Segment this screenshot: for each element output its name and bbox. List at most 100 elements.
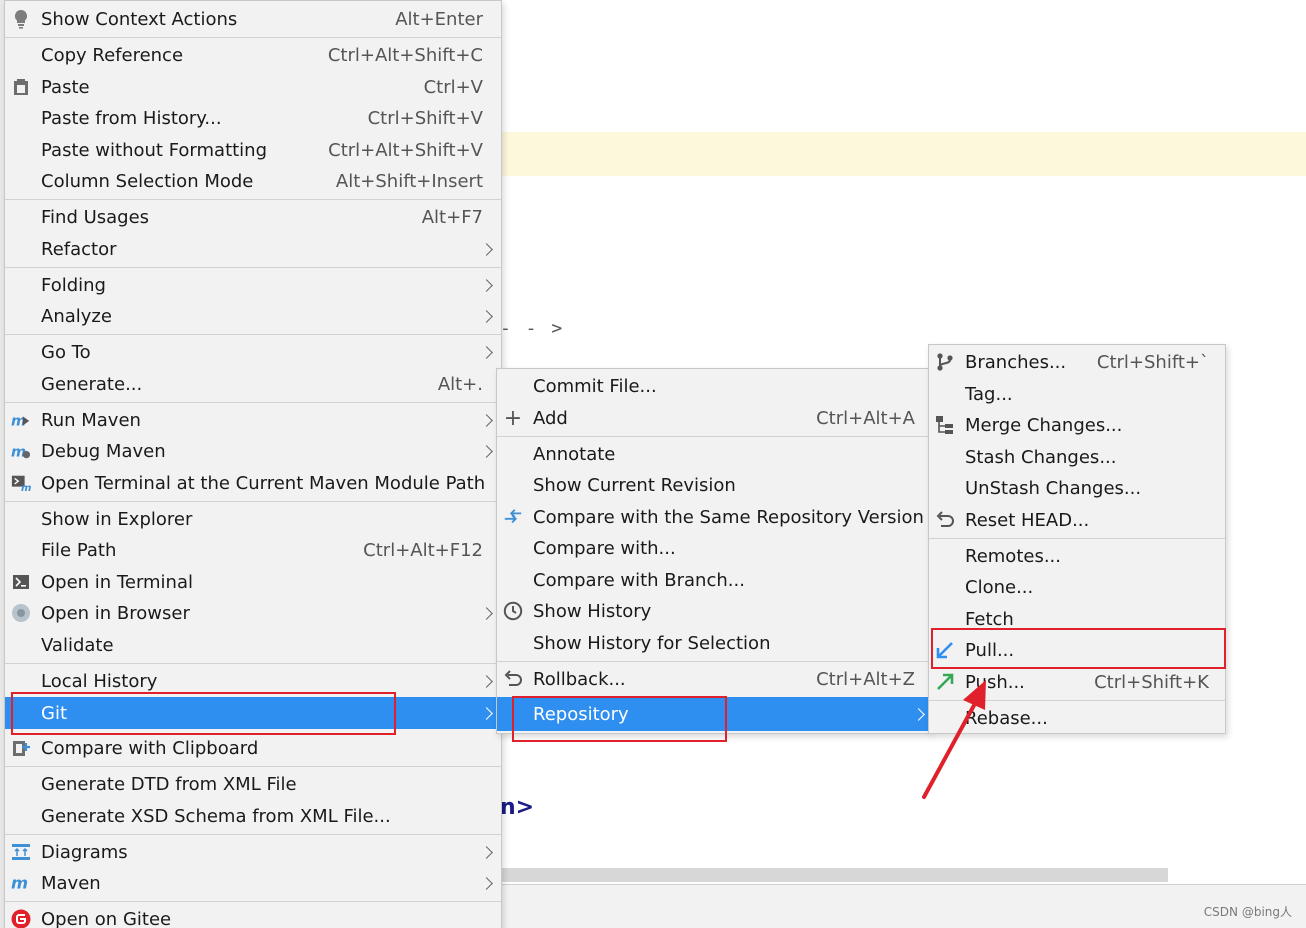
menu-item-label: Branches... [965, 351, 1067, 373]
chevron-right-icon [480, 413, 493, 427]
menu-item-paste[interactable]: Paste Ctrl+V [5, 71, 501, 103]
menu-item-shortcut: Ctrl+V [423, 76, 483, 98]
menu-item-remotes[interactable]: Remotes... [929, 540, 1225, 572]
menu-item-shortcut: Ctrl+Alt+F12 [363, 539, 483, 561]
menu-item-run-maven[interactable]: m Run Maven [5, 404, 501, 436]
menu-separator [5, 901, 501, 902]
menu-item-label: Annotate [533, 443, 616, 465]
menu-item-rebase[interactable]: Rebase... [929, 702, 1225, 734]
menu-item-add[interactable]: + Add Ctrl+Alt+A [497, 402, 929, 434]
chevron-right-icon [480, 845, 493, 859]
menu-item-refactor[interactable]: Refactor [5, 233, 501, 265]
menu-separator [5, 501, 501, 502]
menu-item-show-context-actions[interactable]: Show Context Actions Alt+Enter [5, 3, 501, 35]
menu-item-label: Find Usages [41, 206, 150, 228]
menu-item-label: Show in Explorer [41, 508, 193, 530]
compare-arrows-icon [503, 507, 523, 527]
menu-item-branches[interactable]: Branches... Ctrl+Shift+` [929, 346, 1225, 378]
chevron-right-icon [480, 876, 493, 890]
menu-item-shortcut: Ctrl+Shift+` [1096, 351, 1209, 373]
menu-item-shortcut: Ctrl+Shift+K [1094, 671, 1209, 693]
menu-item-label: Merge Changes... [965, 414, 1123, 436]
editor-arrow-text: - - > [500, 318, 565, 339]
menu-item-stash-changes[interactable]: Stash Changes... [929, 441, 1225, 473]
menu-item-copy-reference[interactable]: Copy Reference Ctrl+Alt+Shift+C [5, 39, 501, 71]
plus-icon: + [503, 405, 523, 431]
menu-item-shortcut: Alt+. [437, 373, 483, 395]
menu-item-shortcut: Ctrl+Shift+V [367, 107, 483, 129]
push-arrow-icon [935, 672, 955, 692]
menu-item-label: Open on Gitee [41, 908, 172, 928]
menu-item-label: Open in Terminal [41, 571, 193, 593]
menu-item-compare-with-branch[interactable]: Compare with Branch... [497, 564, 929, 596]
horizontal-scrollbar[interactable] [500, 868, 1168, 882]
menu-item-generate-dtd[interactable]: Generate DTD from XML File [5, 768, 501, 800]
annotation-box-pull [931, 628, 1226, 669]
menu-item-label: Generate XSD Schema from XML File... [41, 805, 391, 827]
chevron-right-icon [480, 444, 493, 458]
menu-separator [5, 267, 501, 268]
globe-icon [11, 603, 31, 623]
editor-tag-fragment: n> [500, 795, 535, 820]
gitee-icon [11, 909, 31, 928]
menu-item-file-path[interactable]: File Path Ctrl+Alt+F12 [5, 534, 501, 566]
menu-item-debug-maven[interactable]: m Debug Maven [5, 435, 501, 467]
menu-item-shortcut: Alt+Shift+Insert [335, 170, 483, 192]
menu-item-annotate[interactable]: Annotate [497, 438, 929, 470]
menu-item-clone[interactable]: Clone... [929, 571, 1225, 603]
menu-item-paste-from-history[interactable]: Paste from History... Ctrl+Shift+V [5, 102, 501, 134]
menu-item-compare-same-repo-version[interactable]: Compare with the Same Repository Version [497, 501, 929, 533]
menu-item-label: Show History for Selection [533, 632, 771, 654]
chevron-right-icon [480, 674, 493, 688]
menu-item-validate[interactable]: Validate [5, 629, 501, 661]
menu-item-analyze[interactable]: Analyze [5, 300, 501, 332]
menu-item-label: Show History [533, 600, 652, 622]
menu-separator [5, 199, 501, 200]
status-bar [500, 884, 1306, 928]
menu-item-reset-head[interactable]: Reset HEAD... [929, 504, 1225, 536]
menu-item-compare-with[interactable]: Compare with... [497, 532, 929, 564]
menu-item-open-in-browser[interactable]: Open in Browser [5, 597, 501, 629]
menu-item-paste-without-formatting[interactable]: Paste without Formatting Ctrl+Alt+Shift+… [5, 134, 501, 166]
menu-item-generate-xsd[interactable]: Generate XSD Schema from XML File... [5, 800, 501, 832]
menu-separator [929, 538, 1225, 539]
menu-item-rollback[interactable]: Rollback... Ctrl+Alt+Z [497, 663, 929, 695]
menu-item-commit-file[interactable]: Commit File... [497, 370, 929, 402]
menu-item-find-usages[interactable]: Find Usages Alt+F7 [5, 201, 501, 233]
menu-item-show-current-revision[interactable]: Show Current Revision [497, 469, 929, 501]
menu-item-tag[interactable]: Tag... [929, 378, 1225, 410]
menu-item-compare-with-clipboard[interactable]: Compare with Clipboard [5, 732, 501, 764]
menu-item-open-on-gitee[interactable]: Open on Gitee [5, 903, 501, 928]
menu-item-go-to[interactable]: Go To [5, 336, 501, 368]
menu-item-show-in-explorer[interactable]: Show in Explorer [5, 503, 501, 535]
menu-item-generate[interactable]: Generate... Alt+. [5, 368, 501, 400]
menu-item-column-selection-mode[interactable]: Column Selection Mode Alt+Shift+Insert [5, 165, 501, 197]
menu-separator [5, 402, 501, 403]
svg-text:m: m [11, 873, 28, 892]
menu-item-label: Paste from History... [41, 107, 222, 129]
reset-icon [935, 510, 955, 530]
menu-item-label: Compare with Branch... [533, 569, 745, 591]
menu-item-label: Analyze [41, 305, 112, 327]
clock-icon [503, 601, 523, 621]
menu-item-show-history[interactable]: Show History [497, 595, 929, 627]
menu-item-diagrams[interactable]: Diagrams [5, 836, 501, 868]
menu-item-label: Commit File... [533, 375, 657, 397]
menu-item-push[interactable]: Push... Ctrl+Shift+K [929, 666, 1225, 698]
menu-item-open-terminal-maven[interactable]: m Open Terminal at the Current Maven Mod… [5, 467, 501, 499]
menu-item-shortcut: Ctrl+Alt+Z [816, 668, 915, 690]
menu-item-label: Go To [41, 341, 91, 363]
terminal-icon [11, 572, 31, 592]
menu-item-show-history-selection[interactable]: Show History for Selection [497, 627, 929, 659]
menu-item-merge-changes[interactable]: Merge Changes... [929, 409, 1225, 441]
menu-separator [5, 334, 501, 335]
menu-item-label: Reset HEAD... [965, 509, 1090, 531]
menu-item-unstash-changes[interactable]: UnStash Changes... [929, 472, 1225, 504]
menu-item-open-in-terminal[interactable]: Open in Terminal [5, 566, 501, 598]
annotation-box-git [11, 692, 396, 735]
menu-item-label: Compare with... [533, 537, 676, 559]
menu-item-label: Compare with Clipboard [41, 737, 259, 759]
menu-item-folding[interactable]: Folding [5, 269, 501, 301]
menu-separator [5, 834, 501, 835]
menu-item-maven[interactable]: m Maven [5, 867, 501, 899]
